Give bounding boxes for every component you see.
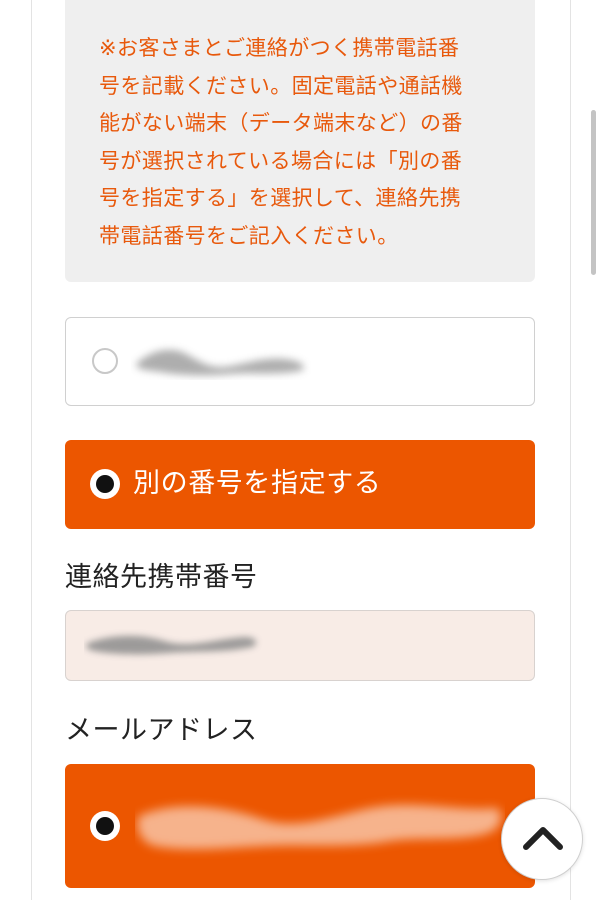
registered-phone-option[interactable] bbox=[65, 317, 535, 406]
email-option[interactable] bbox=[65, 764, 535, 888]
other-number-option[interactable]: 別の番号を指定する bbox=[65, 440, 535, 529]
masked-contact-number bbox=[86, 635, 257, 655]
chevron-up-icon bbox=[523, 827, 563, 850]
other-number-label: 別の番号を指定する bbox=[133, 468, 382, 499]
page: ※お客さまとご連絡がつく携帯電話番 号を記載ください。固定電話や通話機 能がない… bbox=[0, 0, 600, 900]
contact-number-heading: 連絡先携帯番号 bbox=[65, 562, 258, 593]
masked-phone-number bbox=[136, 349, 304, 376]
radio-button-unselected[interactable] bbox=[92, 348, 118, 374]
radio-button-selected[interactable] bbox=[90, 811, 120, 841]
scroll-to-top-button[interactable] bbox=[501, 798, 583, 880]
contact-number-field[interactable] bbox=[65, 610, 535, 681]
email-heading: メールアドレス bbox=[65, 715, 258, 746]
notice-text: ※お客さまとご連絡がつく携帯電話番 号を記載ください。固定電話や通話機 能がない… bbox=[99, 36, 463, 248]
notice-box: ※お客さまとご連絡がつく携帯電話番 号を記載ください。固定電話や通話機 能がない… bbox=[65, 0, 535, 282]
scrollbar[interactable] bbox=[591, 110, 596, 275]
radio-button-selected[interactable] bbox=[90, 469, 120, 499]
masked-email-address bbox=[137, 805, 501, 850]
